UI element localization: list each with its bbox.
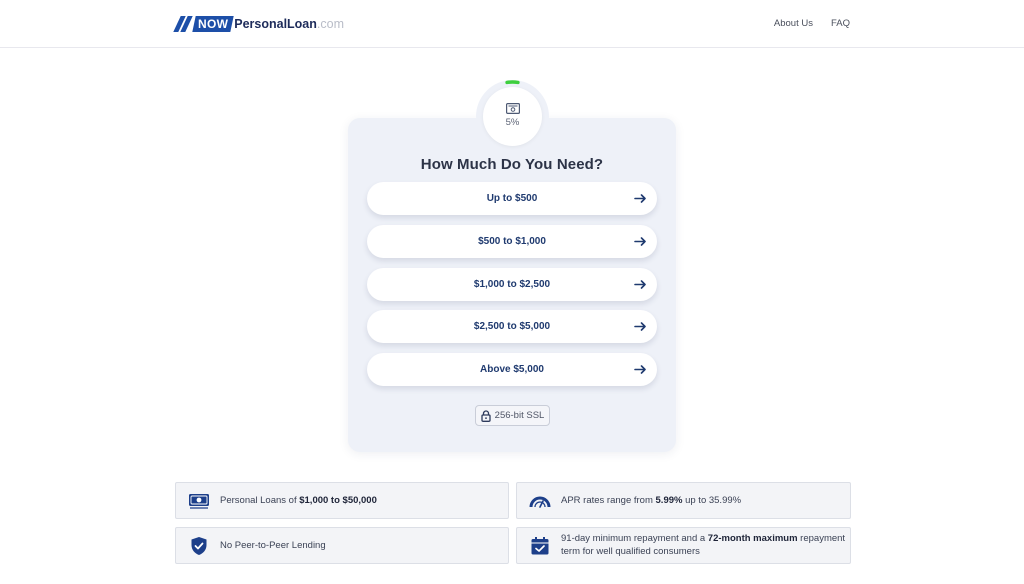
option-label: $1,000 to $2,500 [473, 279, 551, 290]
gauge-icon [529, 496, 551, 508]
feature-text: 91-day minimum repayment and a 72-month … [561, 533, 846, 557]
nav-link-faq[interactable]: FAQ [831, 18, 850, 29]
arrow-right-icon [634, 194, 646, 203]
option-1000-to-2500[interactable]: $1,000 to $2,500 [367, 268, 657, 301]
option-label: $2,500 to $5,000 [473, 321, 551, 332]
option-label: $500 to $1,000 [478, 236, 546, 247]
arrow-right-icon [634, 237, 646, 246]
form-title: How Much Do You Need? [420, 156, 604, 173]
lock-icon [481, 409, 491, 422]
progress-inner: 5% [483, 87, 542, 146]
money-icon [189, 494, 209, 509]
money-icon [505, 103, 520, 114]
logo-tld-text: .com [316, 17, 344, 31]
option-label: Up to $500 [486, 193, 538, 204]
site-header: NOW PersonalLoan .com About Us FAQ [0, 0, 1024, 48]
logo-now-badge: NOW [192, 16, 234, 32]
progress-percent: 5% [505, 117, 520, 128]
logo-brand-text: PersonalLoan [234, 17, 317, 31]
ssl-label: 256-bit SSL [494, 410, 545, 421]
option-up-to-500[interactable]: Up to $500 [367, 182, 657, 215]
feature-text: Personal Loans of $1,000 to $50,000 [220, 495, 377, 506]
site-logo[interactable]: NOW PersonalLoan .com [173, 15, 344, 33]
arrow-right-icon [634, 322, 646, 331]
feature-loan-range: Personal Loans of $1,000 to $50,000 [175, 482, 509, 519]
top-nav: About Us FAQ [774, 18, 850, 29]
arrow-right-icon [634, 365, 646, 374]
nav-link-about-us[interactable]: About Us [774, 18, 813, 29]
logo-stripes-icon [173, 16, 193, 32]
calendar-check-icon [531, 537, 549, 555]
option-label: Above $5,000 [480, 364, 544, 375]
option-above-5000[interactable]: Above $5,000 [367, 353, 657, 386]
feature-no-p2p: No Peer-to-Peer Lending [175, 527, 509, 564]
feature-apr-range: APR rates range from 5.99% up to 35.99% [516, 482, 851, 519]
shield-check-icon [191, 537, 207, 555]
progress-indicator: 5% [476, 80, 549, 153]
ssl-badge: 256-bit SSL [475, 405, 550, 426]
arrow-right-icon [634, 280, 646, 289]
option-500-to-1000[interactable]: $500 to $1,000 [367, 225, 657, 258]
feature-repayment-term: 91-day minimum repayment and a 72-month … [516, 527, 851, 564]
feature-text: No Peer-to-Peer Lending [220, 540, 326, 551]
feature-text: APR rates range from 5.99% up to 35.99% [561, 495, 742, 506]
option-2500-to-5000[interactable]: $2,500 to $5,000 [367, 310, 657, 343]
